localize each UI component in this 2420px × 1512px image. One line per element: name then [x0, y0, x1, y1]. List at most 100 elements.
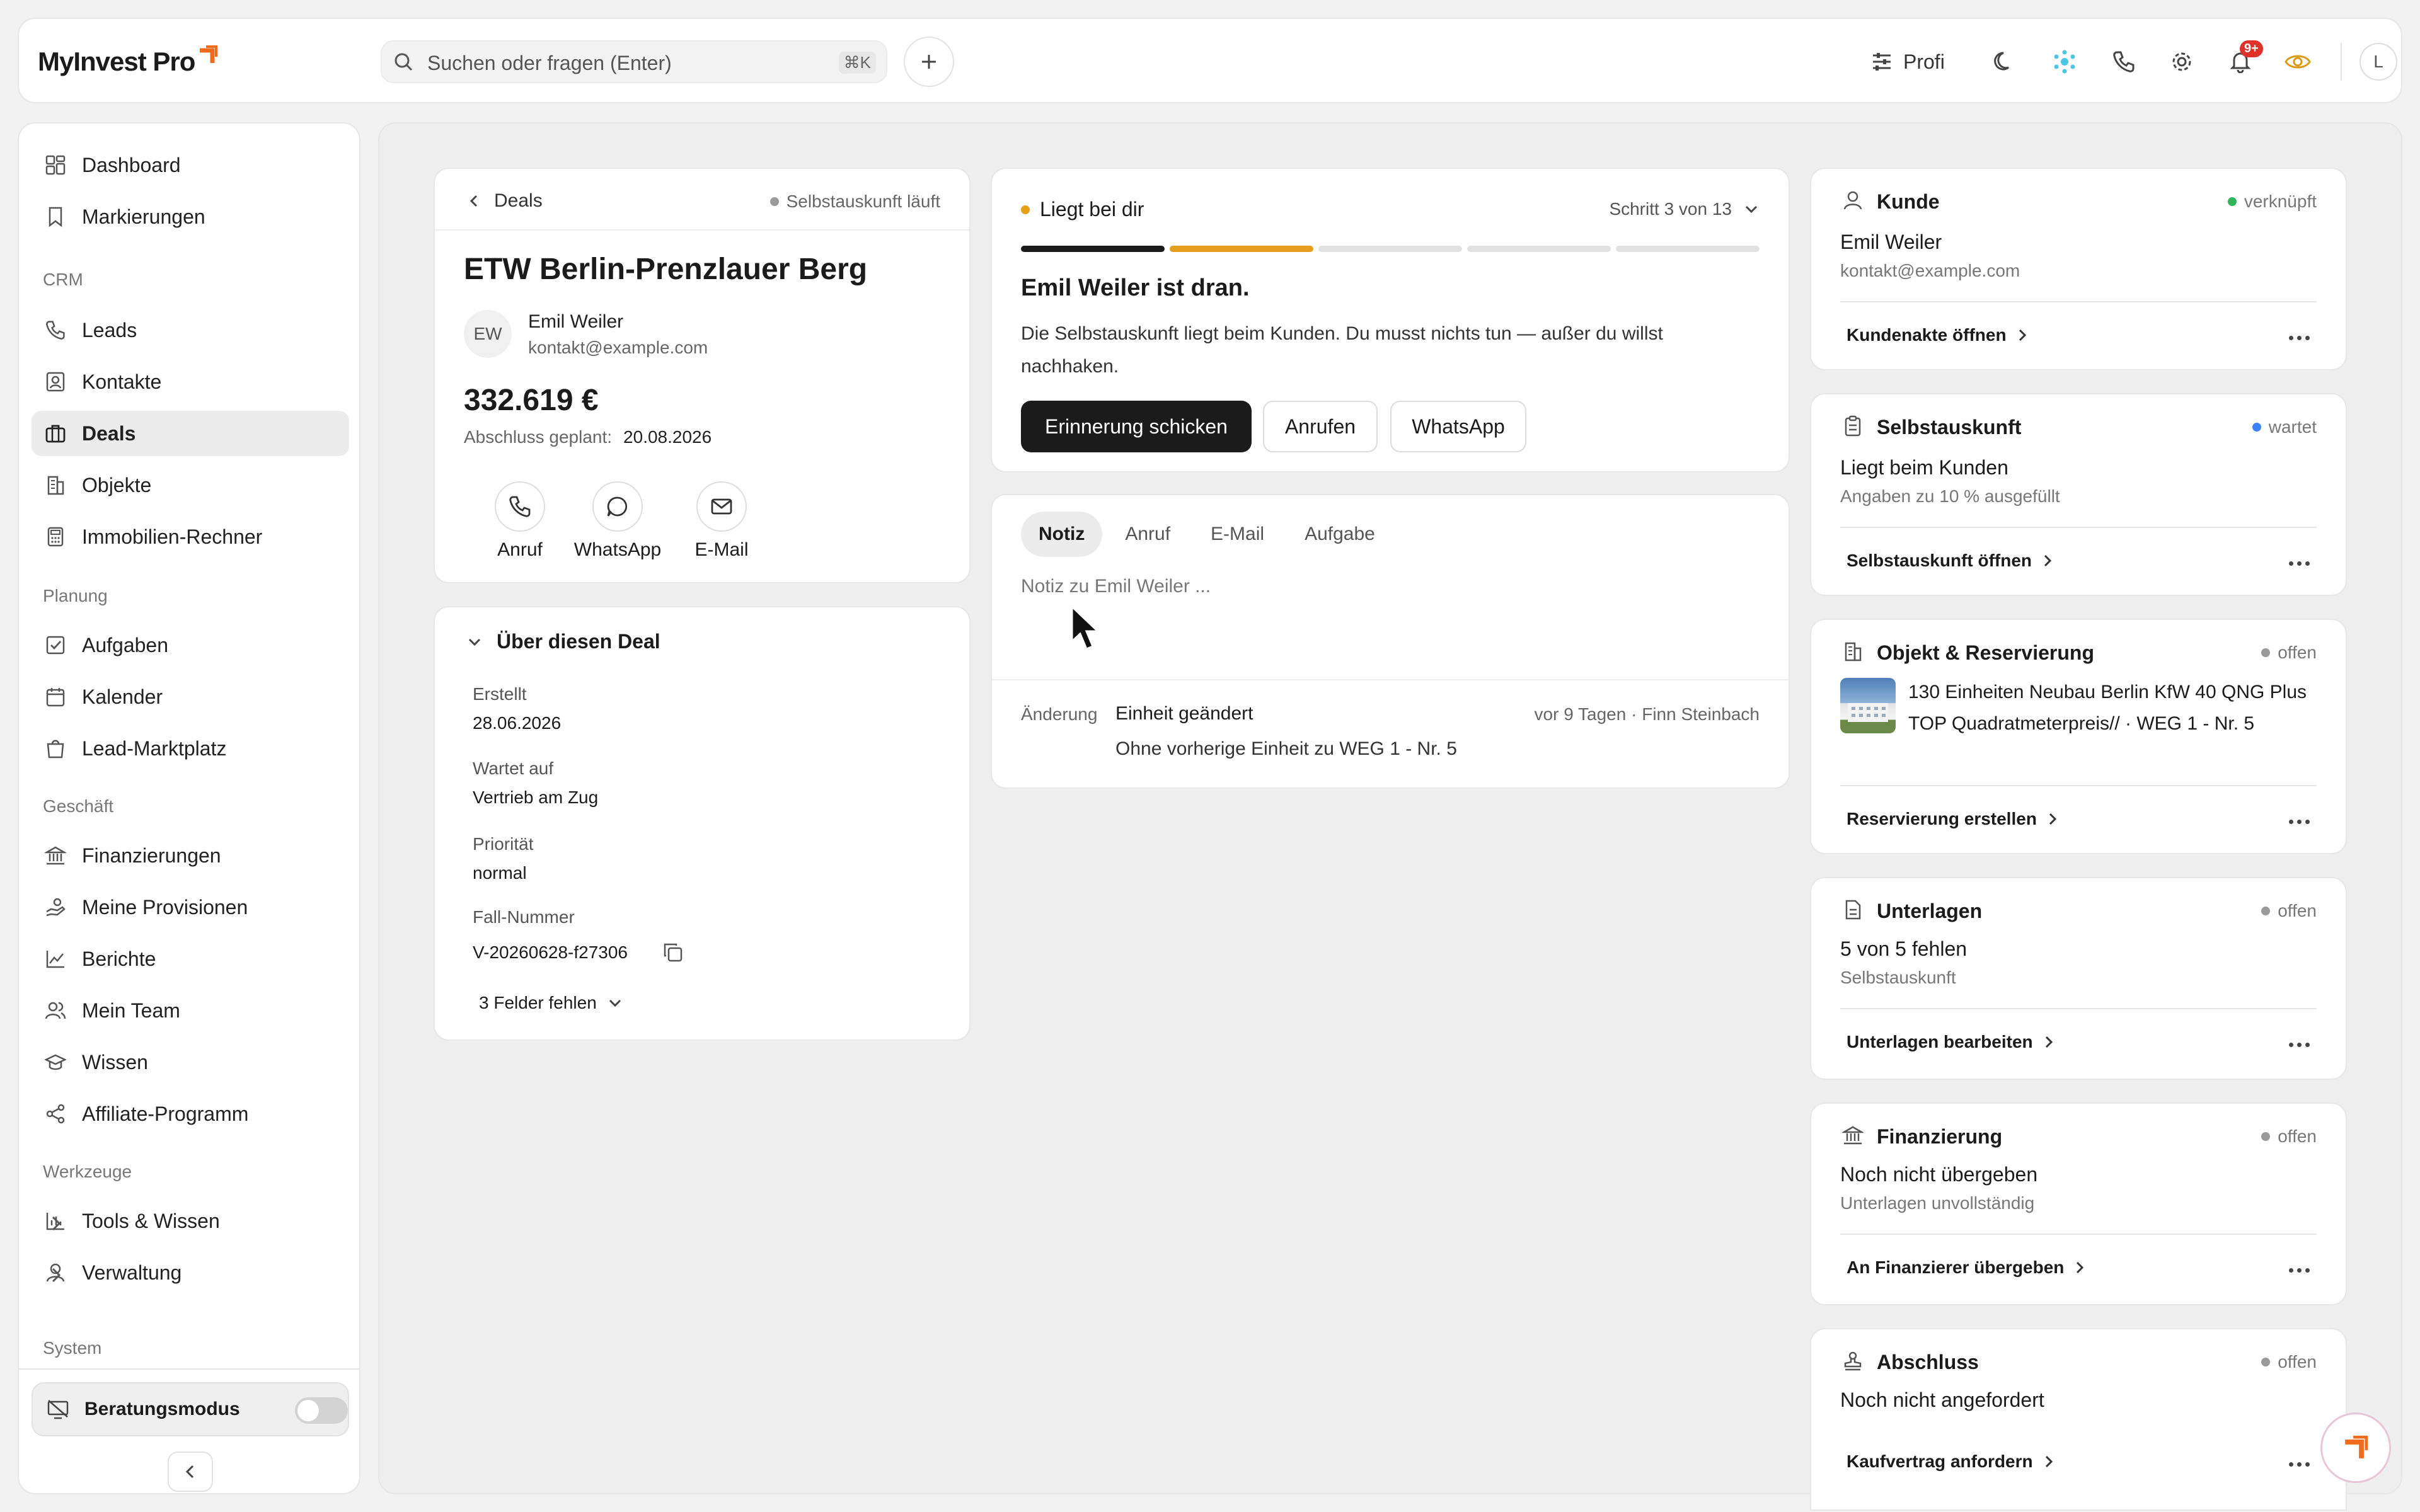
mouse-cursor: [1070, 605, 1102, 655]
search-input[interactable]: Suchen oder fragen (Enter): [427, 52, 672, 75]
sidebar-item-tools-wissen[interactable]: Tools & Wissen: [32, 1198, 349, 1244]
ai-sparkle-icon[interactable]: [2049, 47, 2080, 77]
sidebar-item-label: Markierungen: [82, 205, 205, 228]
search-bar[interactable]: Suchen oder fragen (Enter) ⌘K: [381, 40, 887, 83]
sidebar-item-wissen[interactable]: Wissen: [32, 1040, 349, 1085]
phone-icon[interactable]: [2110, 48, 2138, 76]
beratungsmodus-toggle-row[interactable]: Beratungsmodus: [32, 1382, 349, 1436]
deal-amount: 332.619 €: [464, 384, 599, 417]
sidebar-section-geschaeft: Geschäft: [43, 796, 114, 816]
more-options-icon[interactable]: [2289, 1264, 2317, 1276]
settings-gear-icon[interactable]: [2168, 48, 2196, 76]
assistant-fab-button[interactable]: [2320, 1412, 2391, 1483]
user-avatar[interactable]: L: [2360, 43, 2397, 81]
quick-action-anruf[interactable]: Anruf: [479, 481, 561, 561]
sidebar-item-verwaltung[interactable]: Verwaltung: [32, 1250, 349, 1295]
send-reminder-button[interactable]: Erinnerung schicken: [1021, 401, 1252, 452]
contact-name[interactable]: Emil Weiler: [528, 311, 623, 333]
sidebar-item-deals[interactable]: Deals: [32, 411, 349, 456]
tab-email[interactable]: E-Mail: [1193, 512, 1282, 557]
more-options-icon[interactable]: [2289, 331, 2317, 344]
open-customer-file-link[interactable]: Kundenakte öffnen: [1847, 325, 2029, 345]
sidebar-item-aufgaben[interactable]: Aufgaben: [32, 622, 349, 668]
status-dot: [769, 197, 779, 206]
create-reservation-link[interactable]: Reservierung erstellen: [1847, 809, 2060, 829]
more-options-icon[interactable]: [2289, 1458, 2317, 1470]
divider: [1840, 1234, 2317, 1235]
copy-icon[interactable]: [659, 939, 687, 966]
sidebar-item-kontakte[interactable]: Kontakte: [32, 359, 349, 404]
quick-action-email[interactable]: E-Mail: [674, 481, 769, 561]
call-button[interactable]: Anrufen: [1263, 401, 1378, 452]
property-thumbnail[interactable]: [1840, 678, 1896, 733]
notifications-button[interactable]: 9+: [2226, 40, 2263, 77]
step-selector[interactable]: Schritt 3 von 13: [1609, 199, 1760, 219]
abschluss-card: Abschluss offen Noch nicht angefordert K…: [1810, 1328, 2347, 1511]
document-icon: [1840, 897, 1865, 922]
chevron-right-icon: [2073, 1261, 2087, 1274]
note-tabs: Notiz Anruf E-Mail Aufgabe: [1021, 512, 1393, 557]
sidebar-item-markierungen[interactable]: Markierungen: [32, 194, 349, 239]
action-label: Kaufvertrag anfordern: [1847, 1452, 2033, 1471]
logo-mark-icon: [197, 44, 219, 66]
note-input[interactable]: Notiz zu Emil Weiler ...: [1021, 576, 1758, 658]
sidebar-section-werkzeuge: Werkzeuge: [43, 1162, 132, 1181]
chevron-right-icon: [2041, 554, 2054, 568]
more-options-icon[interactable]: [2289, 1038, 2317, 1051]
bank-icon: [43, 843, 68, 868]
sidebar-item-dashboard[interactable]: Dashboard: [32, 142, 349, 188]
next-step-headline: Emil Weiler ist dran.: [1021, 275, 1250, 301]
sidebar-item-kalender[interactable]: Kalender: [32, 674, 349, 719]
moon-icon[interactable]: [1990, 48, 2018, 76]
add-button[interactable]: [904, 37, 954, 87]
open-selbstauskunft-link[interactable]: Selbstauskunft öffnen: [1847, 551, 2054, 571]
sidebar-item-label: Wissen: [82, 1050, 148, 1074]
back-label: Deals: [494, 190, 543, 211]
back-to-deals-link[interactable]: Deals: [466, 190, 543, 212]
sidebar-footer-divider: [19, 1368, 359, 1370]
sidebar-item-berichte[interactable]: Berichte: [32, 936, 349, 982]
request-contract-link[interactable]: Kaufvertrag anfordern: [1847, 1452, 2056, 1472]
sidebar-item-affiliate-programm[interactable]: Affiliate-Programm: [32, 1091, 349, 1137]
tab-aufgabe[interactable]: Aufgabe: [1287, 512, 1393, 557]
tab-anruf[interactable]: Anruf: [1107, 512, 1188, 557]
collapse-sidebar-button[interactable]: [168, 1452, 213, 1492]
status-dot: [2261, 1132, 2271, 1141]
status-text: offen: [2278, 643, 2317, 662]
sidebar-item-meine-provisionen[interactable]: Meine Provisionen: [32, 885, 349, 930]
hand-over-financing-link[interactable]: An Finanzierer übergeben: [1847, 1257, 2087, 1278]
field-label-prioritaet: Priorität: [473, 834, 534, 854]
contact-email[interactable]: kontakt@example.com: [528, 338, 708, 358]
tab-notiz[interactable]: Notiz: [1021, 512, 1103, 557]
whatsapp-button-label: WhatsApp: [1412, 415, 1505, 438]
quick-action-whatsapp[interactable]: WhatsApp: [565, 481, 671, 561]
progress-segment: [1616, 246, 1760, 252]
more-options-icon[interactable]: [2289, 815, 2317, 828]
eye-icon[interactable]: [2283, 48, 2313, 76]
more-options-icon[interactable]: [2289, 557, 2317, 570]
divider: [435, 229, 969, 231]
whatsapp-button[interactable]: WhatsApp: [1390, 401, 1526, 452]
sidebar-item-leads[interactable]: Leads: [32, 307, 349, 353]
sidebar-item-mein-team[interactable]: Mein Team: [32, 988, 349, 1033]
action-label: Kundenakte öffnen: [1847, 325, 2007, 345]
activity-title: Einheit geändert: [1115, 703, 1253, 724]
sidebar-item-immobilien-rechner[interactable]: Immobilien-Rechner: [32, 514, 349, 559]
edit-documents-link[interactable]: Unterlagen bearbeiten: [1847, 1032, 2056, 1052]
tab-label: Notiz: [1039, 524, 1085, 544]
app-logo[interactable]: MyInvest Pro: [38, 42, 219, 82]
status-dot: [2252, 423, 2261, 432]
divider: [992, 679, 1789, 680]
sidebar-item-lead-marktplatz[interactable]: Lead-Marktplatz: [32, 726, 349, 771]
owner-label: Liegt bei dir: [1040, 198, 1144, 220]
missing-fields-toggle[interactable]: 3 Felder fehlen: [479, 993, 623, 1013]
sidebar-item-label: Finanzierungen: [82, 844, 221, 867]
divider: [1840, 527, 2317, 528]
sidebar-item-label: Leads: [82, 318, 137, 341]
mode-switch[interactable]: Profi: [1870, 47, 1945, 77]
sidebar-item-objekte[interactable]: Objekte: [32, 462, 349, 508]
sidebar-item-finanzierungen[interactable]: Finanzierungen: [32, 833, 349, 878]
about-deal-toggle[interactable]: Über diesen Deal: [466, 630, 660, 653]
beratungsmodus-switch[interactable]: [295, 1397, 348, 1424]
user-icon: [1840, 188, 1865, 213]
